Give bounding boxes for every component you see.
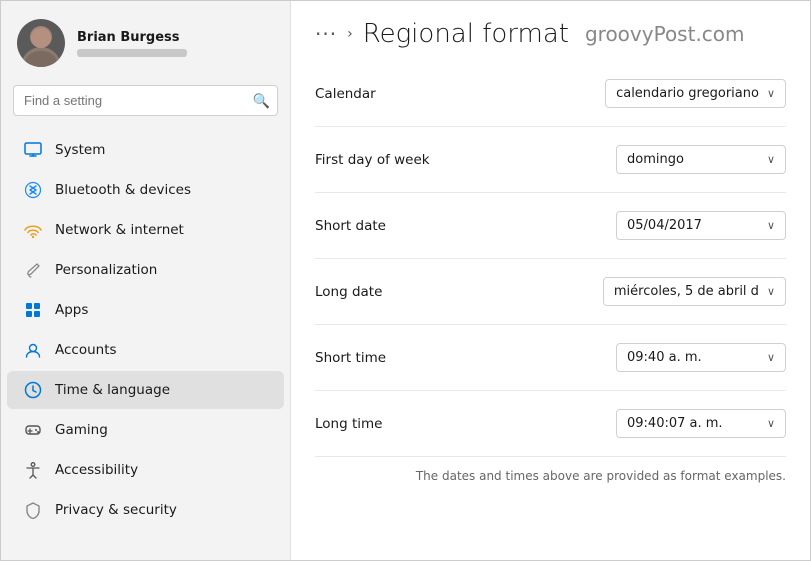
sidebar-label-bluetooth: Bluetooth & devices bbox=[55, 182, 191, 198]
chevron-down-icon: ∨ bbox=[767, 351, 775, 364]
search-input[interactable] bbox=[13, 85, 278, 116]
sidebar-label-time-language: Time & language bbox=[55, 382, 170, 398]
header: ··· › Regional format groovyPost.com bbox=[291, 1, 810, 61]
sidebar-item-personalization[interactable]: Personalization bbox=[7, 251, 284, 289]
long-date-control[interactable]: miércoles, 5 de abril d ∨ bbox=[603, 277, 786, 306]
short-date-control[interactable]: 05/04/2017 ∨ bbox=[616, 211, 786, 240]
short-time-dropdown[interactable]: 09:40 a. m. ∨ bbox=[616, 343, 786, 372]
long-time-row: Long time 09:40:07 a. m. ∨ bbox=[315, 391, 786, 457]
monitor-icon bbox=[23, 140, 43, 160]
page-title: Regional format bbox=[363, 19, 569, 49]
nav-items: System Bluetooth & devices Network & int… bbox=[1, 126, 290, 534]
network-icon bbox=[23, 220, 43, 240]
user-profile: Brian Burgess bbox=[1, 1, 290, 79]
settings-content: Calendar calendario gregoriano ∨ First d… bbox=[291, 61, 810, 560]
long-time-label: Long time bbox=[315, 416, 382, 432]
calendar-value: calendario gregoriano bbox=[616, 86, 759, 101]
long-date-dropdown[interactable]: miércoles, 5 de abril d ∨ bbox=[603, 277, 786, 306]
bluetooth-icon bbox=[23, 180, 43, 200]
long-time-dropdown[interactable]: 09:40:07 a. m. ∨ bbox=[616, 409, 786, 438]
breadcrumb-chevron: › bbox=[347, 26, 353, 42]
calendar-row: Calendar calendario gregoriano ∨ bbox=[315, 61, 786, 127]
sidebar-item-accounts[interactable]: Accounts bbox=[7, 331, 284, 369]
chevron-down-icon: ∨ bbox=[767, 153, 775, 166]
sidebar-item-network[interactable]: Network & internet bbox=[7, 211, 284, 249]
calendar-control[interactable]: calendario gregoriano ∨ bbox=[605, 79, 786, 108]
sidebar: Brian Burgess 🔍 System bbox=[1, 1, 291, 560]
shield-icon bbox=[23, 500, 43, 520]
clock-icon bbox=[23, 380, 43, 400]
long-time-value: 09:40:07 a. m. bbox=[627, 416, 723, 431]
long-date-value: miércoles, 5 de abril d bbox=[614, 284, 759, 299]
sidebar-item-system[interactable]: System bbox=[7, 131, 284, 169]
search-box[interactable]: 🔍 bbox=[13, 85, 278, 116]
sidebar-label-personalization: Personalization bbox=[55, 262, 157, 278]
first-day-row: First day of week domingo ∨ bbox=[315, 127, 786, 193]
brand-label: groovyPost.com bbox=[585, 22, 745, 46]
short-date-dropdown[interactable]: 05/04/2017 ∨ bbox=[616, 211, 786, 240]
first-day-value: domingo bbox=[627, 152, 684, 167]
sidebar-item-gaming[interactable]: Gaming bbox=[7, 411, 284, 449]
user-name: Brian Burgess bbox=[77, 30, 187, 45]
first-day-label: First day of week bbox=[315, 152, 430, 168]
avatar bbox=[17, 19, 65, 67]
short-date-value: 05/04/2017 bbox=[627, 218, 702, 233]
short-date-label: Short date bbox=[315, 218, 386, 234]
long-date-row: Long date miércoles, 5 de abril d ∨ bbox=[315, 259, 786, 325]
sidebar-item-time-language[interactable]: Time & language bbox=[7, 371, 284, 409]
accessibility-icon bbox=[23, 460, 43, 480]
first-day-control[interactable]: domingo ∨ bbox=[616, 145, 786, 174]
first-day-dropdown[interactable]: domingo ∨ bbox=[616, 145, 786, 174]
gaming-icon bbox=[23, 420, 43, 440]
short-time-control[interactable]: 09:40 a. m. ∨ bbox=[616, 343, 786, 372]
main-content: ··· › Regional format groovyPost.com Cal… bbox=[291, 1, 810, 560]
chevron-down-icon: ∨ bbox=[767, 219, 775, 232]
sidebar-label-gaming: Gaming bbox=[55, 422, 108, 438]
short-date-row: Short date 05/04/2017 ∨ bbox=[315, 193, 786, 259]
chevron-down-icon: ∨ bbox=[767, 417, 775, 430]
long-date-label: Long date bbox=[315, 284, 382, 300]
short-time-row: Short time 09:40 a. m. ∨ bbox=[315, 325, 786, 391]
search-icon[interactable]: 🔍 bbox=[253, 92, 270, 109]
sidebar-item-bluetooth[interactable]: Bluetooth & devices bbox=[7, 171, 284, 209]
footnote: The dates and times above are provided a… bbox=[315, 457, 786, 489]
sidebar-item-accessibility[interactable]: Accessibility bbox=[7, 451, 284, 489]
chevron-down-icon: ∨ bbox=[767, 87, 775, 100]
short-time-label: Short time bbox=[315, 350, 386, 366]
header-dots[interactable]: ··· bbox=[315, 22, 337, 46]
user-info: Brian Burgess bbox=[77, 30, 187, 57]
user-bar bbox=[77, 49, 187, 57]
accounts-icon bbox=[23, 340, 43, 360]
sidebar-label-system: System bbox=[55, 142, 105, 158]
sidebar-label-accounts: Accounts bbox=[55, 342, 117, 358]
sidebar-label-privacy-security: Privacy & security bbox=[55, 502, 177, 518]
long-time-control[interactable]: 09:40:07 a. m. ∨ bbox=[616, 409, 786, 438]
sidebar-item-privacy-security[interactable]: Privacy & security bbox=[7, 491, 284, 529]
short-time-value: 09:40 a. m. bbox=[627, 350, 702, 365]
calendar-dropdown[interactable]: calendario gregoriano ∨ bbox=[605, 79, 786, 108]
sidebar-label-apps: Apps bbox=[55, 302, 88, 318]
sidebar-item-apps[interactable]: Apps bbox=[7, 291, 284, 329]
sidebar-label-network: Network & internet bbox=[55, 222, 184, 238]
apps-icon bbox=[23, 300, 43, 320]
sidebar-label-accessibility: Accessibility bbox=[55, 462, 138, 478]
chevron-down-icon: ∨ bbox=[767, 285, 775, 298]
brush-icon bbox=[23, 260, 43, 280]
calendar-label: Calendar bbox=[315, 86, 376, 102]
